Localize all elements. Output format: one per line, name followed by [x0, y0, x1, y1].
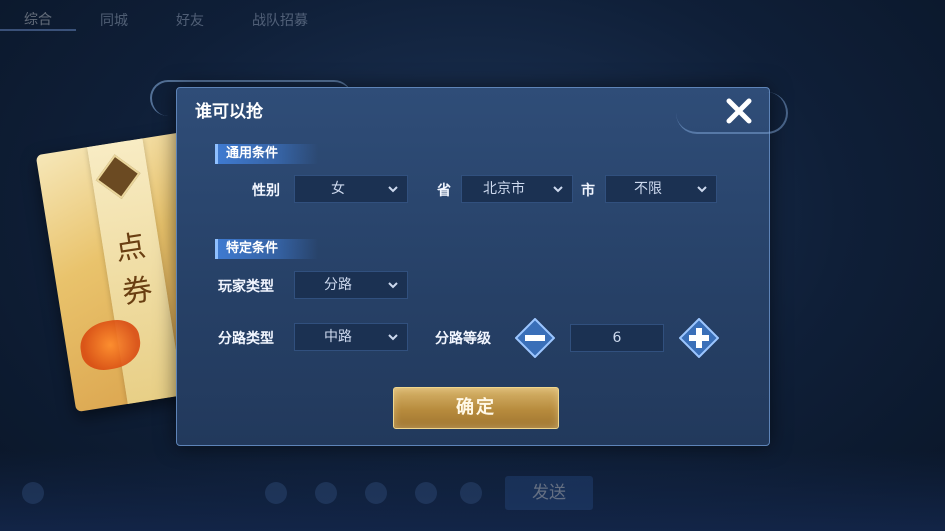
tab-local: 同城: [100, 13, 128, 29]
mic-icon: [265, 482, 287, 504]
tab-team-recruit: 战队招募: [252, 13, 308, 29]
player-type-label: 玩家类型: [218, 279, 274, 295]
lane-level-label: 分路等级: [435, 331, 491, 347]
general-conditions-header: 通用条件: [215, 144, 319, 164]
who-can-grab-dialog: 谁可以抢 通用条件 性别 女 省 北京市 市 不限 特定条件 玩家类型 分路 分…: [176, 87, 770, 446]
plus-icon: [678, 317, 720, 359]
gender-dropdown[interactable]: 女: [294, 175, 408, 203]
lane-level-input[interactable]: 6: [570, 324, 664, 352]
city-dropdown[interactable]: 不限: [605, 175, 717, 203]
tab-comprehensive: 综合: [0, 9, 76, 31]
gender-value: 女: [331, 181, 345, 197]
province-label: 省: [437, 183, 451, 199]
dialog-title: 谁可以抢: [195, 102, 263, 122]
increase-level-button[interactable]: [678, 317, 720, 359]
confirm-button[interactable]: 确定: [393, 387, 559, 429]
specific-conditions-header: 特定条件: [215, 239, 319, 259]
lane-type-label: 分路类型: [218, 331, 274, 347]
item-icon: [365, 482, 387, 504]
chevron-down-icon: [697, 186, 707, 193]
player-type-dropdown[interactable]: 分路: [294, 271, 408, 299]
send-button: 发送: [505, 476, 593, 510]
decrease-level-button[interactable]: [514, 317, 556, 359]
background-tab-bar: 综合 同城 好友 战队招募: [0, 0, 945, 40]
city-value: 不限: [634, 181, 662, 197]
gift-icon: [415, 482, 437, 504]
player-type-value: 分路: [324, 277, 352, 293]
gender-label: 性别: [252, 183, 280, 199]
chevron-down-icon: [388, 186, 398, 193]
minus-icon: [514, 317, 556, 359]
lane-type-dropdown[interactable]: 中路: [294, 323, 408, 351]
chevron-down-icon: [553, 186, 563, 193]
lane-type-value: 中路: [324, 329, 352, 345]
settings-icon: [22, 482, 44, 504]
province-value: 北京市: [483, 181, 525, 197]
city-label: 市: [581, 183, 595, 199]
province-dropdown[interactable]: 北京市: [461, 175, 573, 203]
chevron-down-icon: [388, 334, 398, 341]
chevron-down-icon: [388, 282, 398, 289]
emoji-icon: [315, 482, 337, 504]
redpacket-icon: [460, 482, 482, 504]
tab-friends: 好友: [176, 13, 204, 29]
cloud-ornament-right: [676, 92, 788, 134]
